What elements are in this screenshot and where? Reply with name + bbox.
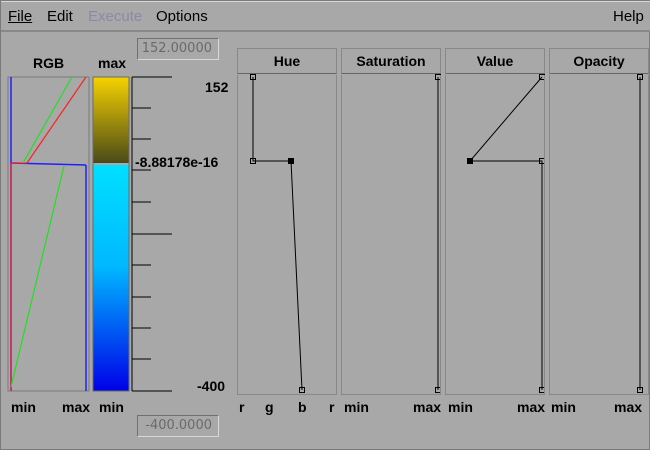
rgb-panel[interactable] bbox=[7, 76, 90, 392]
colorbar bbox=[92, 76, 130, 392]
hue-b-label: b bbox=[298, 399, 307, 415]
hue-r2-label: r bbox=[329, 399, 335, 415]
tick-axis bbox=[131, 76, 172, 392]
saturation-min-label: min bbox=[344, 399, 369, 415]
saturation-editor-area[interactable] bbox=[341, 75, 441, 395]
hue-editor-area[interactable] bbox=[237, 75, 337, 395]
rgb-min-label: min bbox=[11, 399, 36, 415]
rgb-max-label: max bbox=[62, 399, 91, 415]
opacity-min-label: min bbox=[551, 399, 576, 415]
saturation-editor-header: Saturation bbox=[341, 48, 441, 74]
rgb-panel-frame bbox=[7, 76, 90, 392]
value-editor-area[interactable] bbox=[445, 75, 545, 395]
saturation-max-label: max bbox=[413, 399, 442, 415]
opacity-editor-header: Opacity bbox=[549, 48, 649, 74]
value-max-label: max bbox=[517, 399, 546, 415]
value-min-label: min bbox=[448, 399, 473, 415]
value-editor-header: Value bbox=[445, 48, 545, 74]
colorbar-min-label: min bbox=[99, 399, 124, 415]
colorbar-upper bbox=[93, 77, 129, 163]
colormap-editor-window: File Edit Execute Options Help RGB max 1… bbox=[0, 0, 650, 450]
hue-editor-header: Hue bbox=[237, 48, 337, 74]
hue-r-label: r bbox=[239, 399, 245, 415]
opacity-editor-area[interactable] bbox=[549, 75, 649, 395]
opacity-max-label: max bbox=[614, 399, 643, 415]
colorbar-lower bbox=[93, 165, 129, 391]
hue-g-label: g bbox=[265, 399, 274, 415]
